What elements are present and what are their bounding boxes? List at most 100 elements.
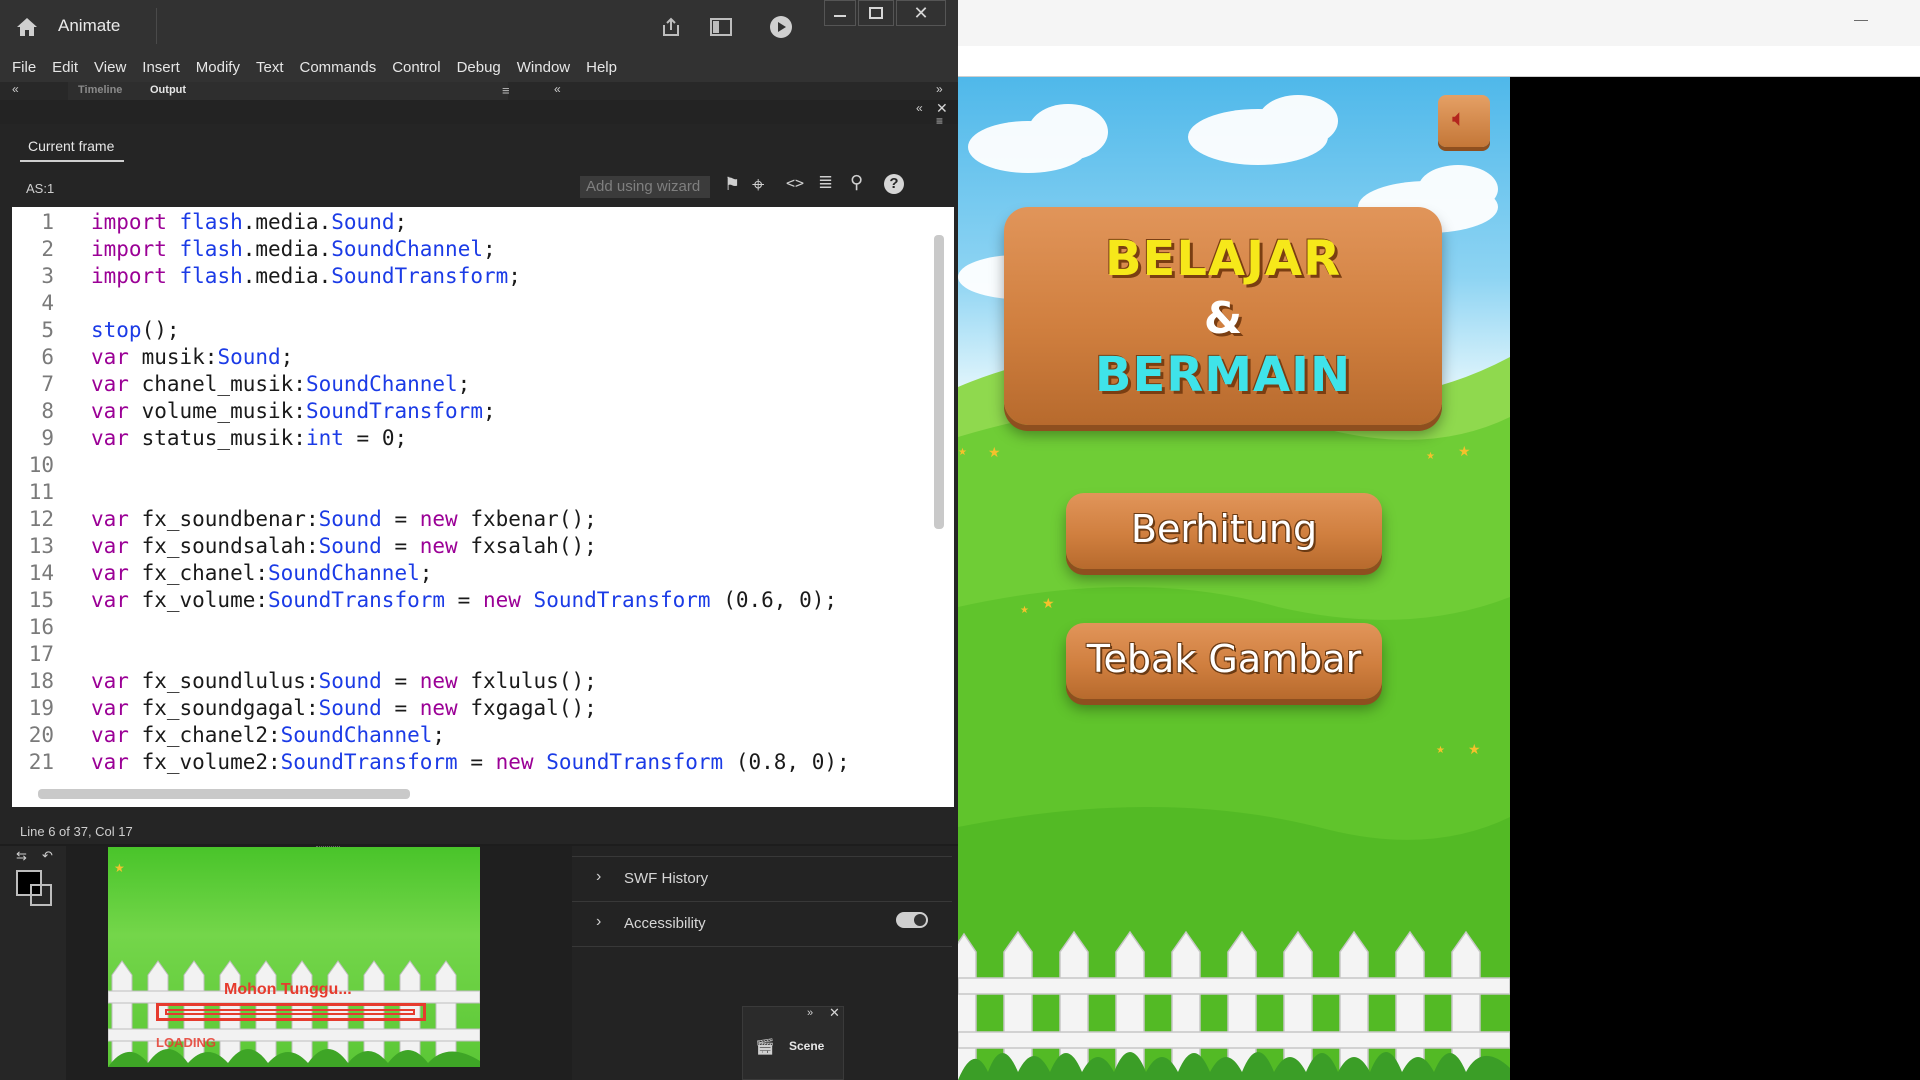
current-frame-tab-wrap[interactable]: Current frame bbox=[20, 138, 124, 162]
tebak-gambar-button[interactable]: Tebak Gambar bbox=[1066, 623, 1382, 699]
code-token: new bbox=[419, 534, 471, 558]
code-line[interactable]: 2 import flash.media.SoundChannel; bbox=[12, 236, 942, 263]
close-icon[interactable]: ✕ bbox=[896, 0, 946, 26]
share-icon[interactable] bbox=[656, 12, 686, 42]
collapse-panel-icon[interactable]: « bbox=[916, 101, 923, 115]
star-icon: ★ bbox=[1436, 745, 1445, 756]
menu-edit[interactable]: Edit bbox=[44, 59, 86, 76]
add-wizard-input[interactable]: Add using wizard bbox=[580, 176, 710, 198]
minimize-icon[interactable] bbox=[824, 0, 856, 26]
menu-modify[interactable]: Modify bbox=[188, 59, 248, 76]
code-token: var bbox=[91, 507, 142, 531]
code-token: SoundTransform bbox=[546, 750, 724, 774]
code-token: fx_volume2: bbox=[141, 750, 281, 774]
swf-history-row[interactable]: › SWF History bbox=[572, 858, 952, 900]
code-token: var bbox=[91, 588, 142, 612]
code-line[interactable]: 20 var fx_chanel2:SoundChannel; bbox=[12, 722, 942, 749]
code-line[interactable]: 15 var fx_volume:SoundTransform = new Sou… bbox=[12, 587, 942, 614]
code-snippets-icon[interactable]: <> bbox=[786, 174, 804, 192]
code-line[interactable]: 4 bbox=[12, 290, 942, 317]
tab-timeline[interactable]: Timeline bbox=[78, 84, 122, 96]
star-icon: ★ bbox=[1468, 741, 1481, 757]
pin-icon[interactable]: ⚑ bbox=[724, 174, 740, 195]
horizontal-scrollbar[interactable] bbox=[38, 789, 410, 799]
menu-file[interactable]: File bbox=[0, 59, 44, 76]
code-token: ; bbox=[508, 264, 521, 288]
menu-commands[interactable]: Commands bbox=[292, 59, 385, 76]
line-number: 1 bbox=[41, 210, 54, 234]
format-code-icon[interactable]: ≣ bbox=[818, 172, 833, 193]
menu-control[interactable]: Control bbox=[384, 59, 448, 76]
menu-text[interactable]: Text bbox=[248, 59, 292, 76]
code-editor[interactable]: 1 import flash.media.Sound; 2 import flash.… bbox=[12, 207, 954, 807]
menu-debug[interactable]: Debug bbox=[449, 59, 509, 76]
code-line[interactable]: 11 bbox=[12, 479, 942, 506]
vertical-scrollbar[interactable] bbox=[934, 235, 944, 529]
code-line[interactable]: 21 var fx_volume2:SoundTransform = new So… bbox=[12, 749, 942, 776]
berhitung-button[interactable]: Berhitung bbox=[1066, 493, 1382, 569]
code-line[interactable]: 14 var fx_chanel:SoundChannel; bbox=[12, 560, 942, 587]
code-token: var bbox=[91, 723, 142, 747]
code-token: new bbox=[419, 669, 471, 693]
app-title: Animate bbox=[58, 16, 121, 35]
stage-preview[interactable]: ★ Mohon Tunggu... LOADING bbox=[108, 847, 480, 1067]
code-text: import flash.media.Sound; bbox=[91, 209, 407, 236]
code-token: import bbox=[91, 210, 180, 234]
code-text: var status_musik:int = 0; bbox=[91, 425, 407, 452]
code-line[interactable]: 12 var fx_soundbenar:Sound = new fxbenar(… bbox=[12, 506, 942, 533]
line-number: 9 bbox=[41, 426, 54, 450]
sound-toggle-button[interactable]: 🔈︎ bbox=[1438, 95, 1490, 147]
code-line[interactable]: 19 var fx_soundgagal:Sound = new fxgagal(… bbox=[12, 695, 942, 722]
code-line[interactable]: 1 import flash.media.Sound; bbox=[12, 209, 942, 236]
stroke-color-swatch[interactable] bbox=[30, 884, 52, 906]
tab-output[interactable]: Output bbox=[150, 84, 186, 96]
accessibility-row[interactable]: › Accessibility bbox=[572, 903, 952, 945]
fence-graphic bbox=[958, 930, 1510, 1080]
code-token: ; bbox=[280, 345, 294, 369]
code-line[interactable]: 8 var volume_musik:SoundTransform; bbox=[12, 398, 942, 425]
search-icon[interactable]: ⚲ bbox=[850, 172, 863, 193]
code-token: . bbox=[242, 237, 256, 261]
menu-view[interactable]: View bbox=[86, 59, 134, 76]
code-line[interactable]: 7 var chanel_musik:SoundChannel; bbox=[12, 371, 942, 398]
menu-insert[interactable]: Insert bbox=[134, 59, 188, 76]
menu-help[interactable]: Help bbox=[578, 59, 625, 76]
code-line[interactable]: 13 var fx_soundsalah:Sound = new fxsalah(… bbox=[12, 533, 942, 560]
panel-menu-icon[interactable]: ≡ bbox=[502, 83, 510, 98]
code-line[interactable]: 3 import flash.media.SoundTransform; bbox=[12, 263, 942, 290]
panel-layout-icon[interactable] bbox=[706, 12, 736, 42]
code-token: (0.6, 0); bbox=[710, 588, 837, 612]
code-token: ; bbox=[457, 372, 471, 396]
expand-icon[interactable]: » bbox=[807, 1007, 813, 1019]
current-frame-tab[interactable]: Current frame bbox=[28, 138, 114, 154]
code-line[interactable]: 6 var musik:Sound; bbox=[12, 344, 942, 371]
target-icon[interactable]: ⌖ bbox=[752, 172, 764, 198]
collapse-icon[interactable]: « bbox=[554, 82, 561, 96]
close-icon[interactable]: ✕ bbox=[829, 1005, 840, 1021]
code-text: import flash.media.SoundChannel; bbox=[91, 236, 496, 263]
rotate-icon[interactable]: ↶ bbox=[42, 848, 53, 864]
swap-colors-icon[interactable]: ⇆ bbox=[16, 848, 27, 864]
minimize-icon[interactable] bbox=[1854, 20, 1868, 21]
maximize-icon[interactable] bbox=[858, 0, 894, 26]
expand-icon[interactable]: » bbox=[936, 82, 943, 96]
code-token: new bbox=[419, 507, 471, 531]
script-target: AS:1 bbox=[26, 181, 55, 196]
code-line[interactable]: 16 bbox=[12, 614, 942, 641]
code-line[interactable]: 17 bbox=[12, 641, 942, 668]
code-line[interactable]: 10 bbox=[12, 452, 942, 479]
resize-handle[interactable] bbox=[316, 846, 340, 851]
accessibility-toggle[interactable] bbox=[896, 912, 928, 928]
code-line[interactable]: 18 var fx_soundlulus:Sound = new fxlulus(… bbox=[12, 668, 942, 695]
play-icon[interactable] bbox=[766, 12, 796, 42]
collapse-left-icon[interactable]: « bbox=[12, 82, 19, 96]
help-icon[interactable]: ? bbox=[884, 174, 904, 194]
divider bbox=[572, 856, 952, 857]
menu-window[interactable]: Window bbox=[509, 59, 578, 76]
tab-strip bbox=[68, 82, 508, 100]
code-line[interactable]: 5 stop(); bbox=[12, 317, 942, 344]
home-icon[interactable] bbox=[10, 12, 44, 42]
code-line[interactable]: 9 var status_musik:int = 0; bbox=[12, 425, 942, 452]
loading-bar-inner bbox=[165, 1009, 415, 1015]
scene-label[interactable]: Scene bbox=[789, 1039, 824, 1053]
